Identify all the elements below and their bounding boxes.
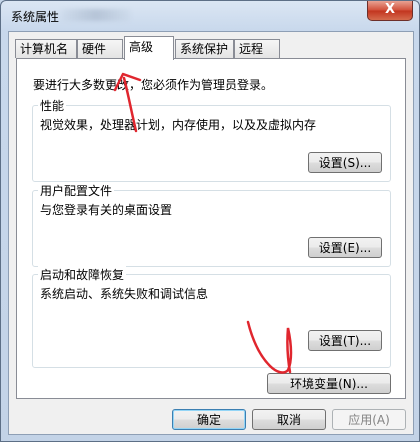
tab-label: 系统保护 [180, 42, 229, 56]
cancel-button[interactable]: 取消 [252, 409, 326, 430]
title-bar[interactable]: 系统属性 X [1, 1, 419, 31]
tab-label: 硬件 [82, 42, 107, 56]
apply-button[interactable]: 应用(A) [332, 409, 406, 430]
close-icon: X [384, 2, 396, 17]
startup-recovery-group: 启动和故障恢复 系统启动、系统失败和调试信息 设置(T)... [32, 266, 391, 368]
advanced-tab-panel: 要进行大多数更改，您必须作为管理员登录。 性能 视觉效果，处理器计划，内存使用，… [16, 58, 406, 399]
tab-label: 计算机名 [20, 42, 69, 56]
dialog-body: 计算机名 硬件 高级 系统保护 远程 要进行大多数更改，您必须作为管理员登录。 … [8, 31, 414, 435]
ok-button[interactable]: 确定 [172, 409, 246, 430]
startup-recovery-settings-button[interactable]: 设置(T)... [308, 330, 382, 351]
user-profiles-settings-button[interactable]: 设置(E)... [308, 237, 382, 258]
tab-system-protection[interactable]: 系统保护 [175, 39, 234, 58]
environment-variables-button[interactable]: 环境变量(N)... [267, 373, 391, 394]
tab-remote[interactable]: 远程 [234, 39, 280, 58]
user-profiles-group: 用户配置文件 与您登录有关的桌面设置 设置(E)... [32, 182, 391, 267]
tab-computer-name[interactable]: 计算机名 [15, 39, 77, 58]
blurred-title-region [61, 9, 131, 21]
group-description: 系统启动、系统失败和调试信息 [40, 287, 209, 301]
group-title: 启动和故障恢复 [38, 266, 127, 283]
tab-label: 远程 [239, 42, 264, 56]
group-description: 与您登录有关的桌面设置 [40, 203, 173, 217]
group-title: 性能 [38, 97, 67, 114]
tab-advanced[interactable]: 高级 [124, 36, 174, 60]
group-description: 视觉效果，处理器计划，内存使用，以及及虚拟内存 [40, 118, 317, 132]
performance-group: 性能 视觉效果，处理器计划，内存使用，以及及虚拟内存 设置(S)... [32, 97, 391, 182]
tab-label: 高级 [129, 40, 154, 54]
window-title: 系统属性 [11, 10, 60, 24]
tab-hardware[interactable]: 硬件 [77, 39, 123, 58]
admin-notice: 要进行大多数更改，您必须作为管理员登录。 [33, 78, 274, 92]
performance-settings-button[interactable]: 设置(S)... [308, 152, 382, 173]
group-title: 用户配置文件 [38, 182, 115, 199]
system-properties-window: 系统属性 X 计算机名 硬件 高级 系统保护 远程 要进行大多数更改，您必须作为… [0, 0, 420, 442]
close-button[interactable]: X [367, 1, 413, 21]
